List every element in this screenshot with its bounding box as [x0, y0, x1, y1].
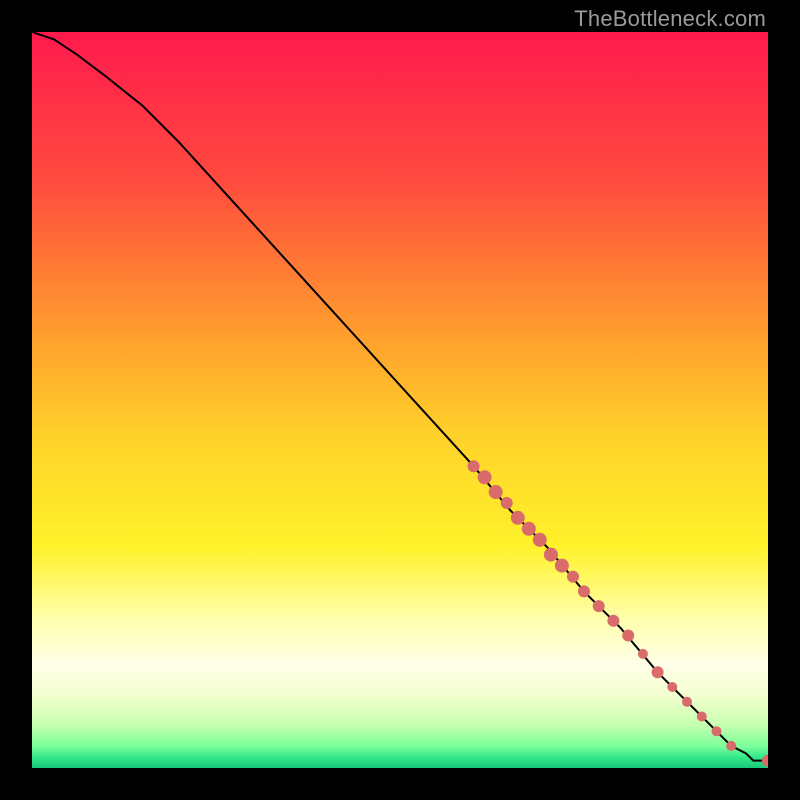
data-marker — [544, 548, 558, 562]
data-marker — [622, 630, 634, 642]
data-marker — [489, 485, 503, 499]
data-marker — [697, 712, 707, 722]
data-marker — [726, 741, 736, 751]
data-marker — [511, 511, 525, 525]
data-marker — [682, 697, 692, 707]
data-marker — [667, 682, 677, 692]
data-marker — [533, 533, 547, 547]
data-marker — [555, 559, 569, 573]
data-marker — [578, 585, 590, 597]
gradient-bg — [32, 32, 768, 768]
chart-svg — [32, 32, 768, 768]
data-marker — [522, 522, 536, 536]
data-marker — [607, 615, 619, 627]
chart-stage: TheBottleneck.com — [0, 0, 800, 800]
data-marker — [652, 666, 664, 678]
data-marker — [638, 649, 648, 659]
data-marker — [593, 600, 605, 612]
attribution-text: TheBottleneck.com — [574, 6, 766, 32]
data-marker — [567, 571, 579, 583]
data-marker — [712, 726, 722, 736]
data-marker — [468, 460, 480, 472]
plot-area — [32, 32, 768, 768]
data-marker — [478, 470, 492, 484]
data-marker — [501, 497, 513, 509]
